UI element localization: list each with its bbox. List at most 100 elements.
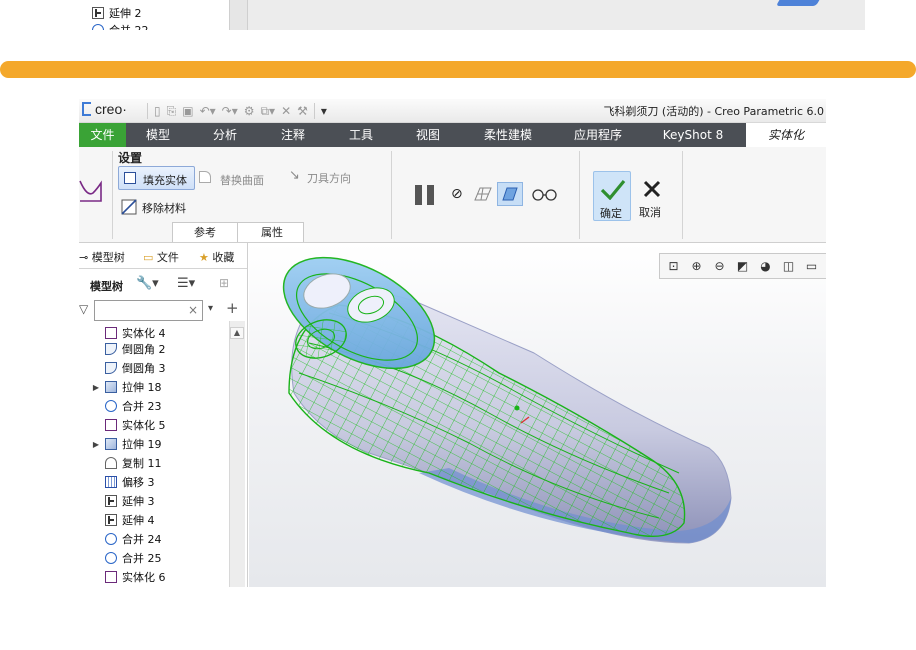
pause-button[interactable] (415, 185, 437, 205)
tree-filter-icon[interactable]: ⊞ (219, 276, 229, 290)
regenerate-icon[interactable]: ⚙ (244, 103, 255, 119)
tab-model-tree[interactable]: ⊸ 模型树 (79, 249, 125, 265)
expand-arrow-icon[interactable]: ▶ (92, 440, 100, 449)
replace-surface-button[interactable]: 替换曲面 (199, 168, 269, 188)
tool-direction-label: 刀具方向 (307, 172, 351, 185)
scroll-up-icon[interactable]: ▲ (230, 327, 244, 339)
tree-item[interactable]: 实体化 5 (92, 417, 166, 433)
creo-logo: creo· (82, 101, 127, 117)
tab-flexible-modeling[interactable]: 柔性建模 (474, 123, 542, 147)
confirm-button[interactable]: 确定 (593, 171, 631, 221)
filter-funnel-icon: ▽ (79, 302, 89, 316)
open-file-icon[interactable]: ⎘ (167, 103, 177, 119)
tree-settings-icon[interactable]: 🔧▾ (136, 276, 159, 291)
tree-scrollbar[interactable]: ▲ (229, 321, 245, 587)
navigator-tabs: ⊸ 模型树 ▭ 文件 ★ 收藏 (79, 245, 247, 269)
folder-icon: ▭ (143, 251, 154, 264)
ribbon-separator (391, 151, 392, 239)
tab-solidify[interactable]: 实体化 (746, 123, 826, 147)
tab-model[interactable]: 模型 (134, 123, 182, 147)
fill-solid-button[interactable]: 填充实体 (118, 166, 195, 190)
ribbon-tab-bar: 文件 模型 分析 注释 工具 视图 柔性建模 应用程序 KeyShot 8 实体… (79, 123, 826, 147)
tree-item[interactable]: 复制 11 (92, 455, 162, 471)
tab-favorites[interactable]: ★ 收藏 (199, 249, 234, 265)
top-screenshot-fragment: 延伸 2 合并 22 (58, 0, 865, 30)
quick-access-toolbar: creo· ▯ ⎘ ▣ ↶▾ ↷▾ ⚙ ⧉▾ ✕ ⚒ ▾ 飞科剃须刀 (活动的)… (79, 99, 826, 123)
ribbon-sub-tabs: 参考 属性 (172, 222, 304, 242)
remove-material-button[interactable]: 移除材料 (121, 197, 201, 217)
cancel-label: 取消 (639, 206, 661, 219)
undo-icon[interactable]: ↶▾ (200, 103, 216, 119)
tree-item[interactable]: 偏移 3 (92, 474, 155, 490)
remove-material-label: 移除材料 (142, 202, 186, 215)
tab-view[interactable]: 视图 (404, 123, 452, 147)
remove-material-icon (121, 199, 137, 215)
settings-group-label: 设置 (118, 151, 143, 165)
tree-item[interactable]: 合并 23 (92, 398, 162, 414)
tree-item[interactable]: 延伸 3 (92, 493, 155, 509)
tree-item-label: 合并 22 (109, 22, 149, 30)
fill-solid-icon (124, 172, 136, 184)
tab-analysis[interactable]: 分析 (201, 123, 249, 147)
tree-item[interactable]: 延伸 4 (92, 512, 155, 528)
tab-keyshot[interactable]: KeyShot 8 (654, 123, 732, 147)
tree-item[interactable]: 倒圆角 3 (92, 360, 166, 376)
replace-surface-label: 替换曲面 (220, 174, 264, 187)
add-filter-icon[interactable]: + (226, 299, 239, 317)
tree-item[interactable]: ▶ 拉伸 18 (92, 379, 162, 395)
tab-folder-browser[interactable]: ▭ 文件 (143, 249, 179, 265)
top-scrollbar-fragment[interactable] (230, 0, 248, 30)
cancel-button[interactable]: 取消 (634, 171, 672, 221)
copy-icon (105, 457, 117, 469)
graphics-viewport[interactable]: ⊡ ⊕ ⊖ ◩ ◕ ◫ ▭ (249, 243, 826, 587)
tree-item[interactable]: 延伸 2 (92, 5, 142, 21)
settings-icon[interactable]: ⚒ (297, 103, 308, 119)
shaver-model (282, 256, 732, 544)
glasses-icon[interactable] (531, 186, 559, 202)
save-icon[interactable]: ▣ (182, 103, 193, 119)
round-icon (105, 343, 117, 355)
merge-icon (105, 533, 117, 545)
clear-search-icon[interactable]: × (188, 303, 198, 317)
tool-direction-icon: ↘ (289, 168, 300, 183)
customize-dropdown-icon[interactable]: ▾ (321, 103, 327, 119)
no-preview-icon[interactable]: ⊘ (451, 186, 463, 202)
window-icon[interactable]: ⧉▾ (260, 103, 275, 119)
tree-item[interactable]: ▶ 拉伸 19 (92, 436, 162, 452)
extend-icon (105, 495, 117, 507)
redo-icon[interactable]: ↷▾ (222, 103, 238, 119)
tab-file[interactable]: 文件 (79, 123, 126, 147)
tab-tools[interactable]: 工具 (337, 123, 385, 147)
verify-preview-button[interactable] (497, 182, 523, 206)
tree-search-input[interactable] (97, 304, 187, 322)
tab-properties[interactable]: 属性 (239, 223, 305, 242)
close-window-icon[interactable]: ✕ (281, 103, 291, 119)
tree-item[interactable]: 倒圆角 2 (92, 341, 166, 357)
search-dropdown-icon[interactable]: ▾ (208, 303, 213, 314)
creo-logo-mark (82, 102, 91, 116)
tree-item[interactable]: 实体化 6 (92, 569, 166, 585)
tree-search-field[interactable]: × (94, 300, 203, 322)
new-file-icon[interactable]: ▯ (154, 103, 161, 119)
tool-direction-button[interactable]: ↘ 刀具方向 (289, 167, 359, 187)
tab-applications[interactable]: 应用程序 (564, 123, 632, 147)
model-tree-toolbar-label: 模型树 (90, 280, 123, 293)
tab-references[interactable]: 参考 (173, 223, 238, 242)
tab-annotate[interactable]: 注释 (269, 123, 317, 147)
extend-icon (92, 7, 104, 19)
ribbon-separator (112, 151, 113, 239)
expand-arrow-icon[interactable]: ▶ (92, 383, 100, 392)
checkmark-icon (600, 179, 626, 200)
window-title: 飞科剃须刀 (活动的) - Creo Parametric 6.0 (603, 105, 824, 118)
solidify-feature-icon (79, 180, 102, 202)
ribbon-separator (682, 151, 683, 239)
tree-item[interactable]: 合并 25 (92, 550, 162, 566)
tree-columns-icon[interactable]: ☰▾ (177, 276, 195, 291)
wireframe-preview-icon[interactable] (472, 184, 494, 204)
extrude-icon (105, 438, 117, 450)
tree-item[interactable]: 合并 22 (92, 22, 149, 30)
merge-icon (92, 24, 104, 30)
tree-item[interactable]: 实体化 4 (92, 325, 166, 341)
section-divider (0, 61, 916, 78)
tree-item[interactable]: 合并 24 (92, 531, 162, 547)
